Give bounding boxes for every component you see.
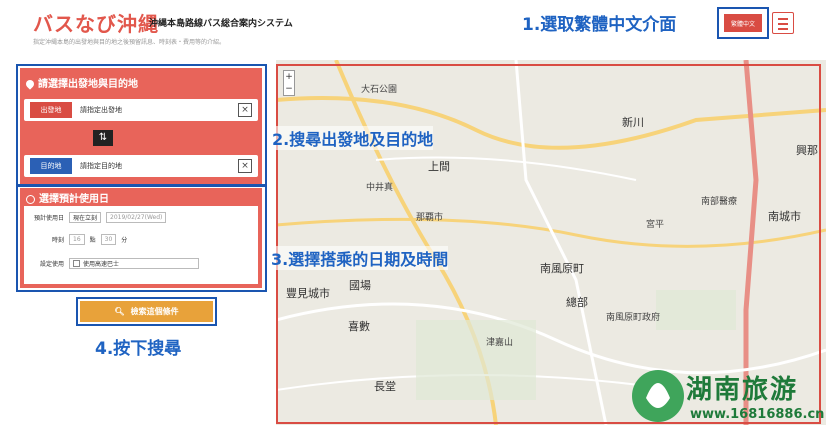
- annotation-step2: 2.搜尋出發地及目的地: [272, 126, 434, 150]
- app-description: 指定沖縄本島的出發地與目的地之後預留訊息、時刻表・費用等的介紹。: [33, 39, 226, 46]
- annotation-step4: 4.按下搜尋: [95, 339, 182, 359]
- annotation-highlight-date: [16, 184, 267, 292]
- language-button[interactable]: 繁體中文: [724, 14, 762, 32]
- annotation-step3: 3.選擇搭乘的日期及時間: [271, 246, 449, 270]
- app-subtitle: 沖縄本島路線バス総合案内システム: [149, 19, 293, 29]
- annotation-highlight-route: [16, 64, 267, 187]
- hamburger-menu-icon[interactable]: [772, 12, 794, 34]
- watermark-text: 湖南旅游: [686, 375, 799, 405]
- annotation-step1: 1.選取繁體中文介面: [522, 15, 677, 35]
- app-logo[interactable]: バスなび沖縄: [33, 8, 159, 37]
- search-icon: 🔍︎: [114, 307, 125, 316]
- watermark-url: www.16816886.cn: [690, 407, 825, 422]
- search-button[interactable]: 🔍︎ 檢索這個條件: [80, 301, 213, 322]
